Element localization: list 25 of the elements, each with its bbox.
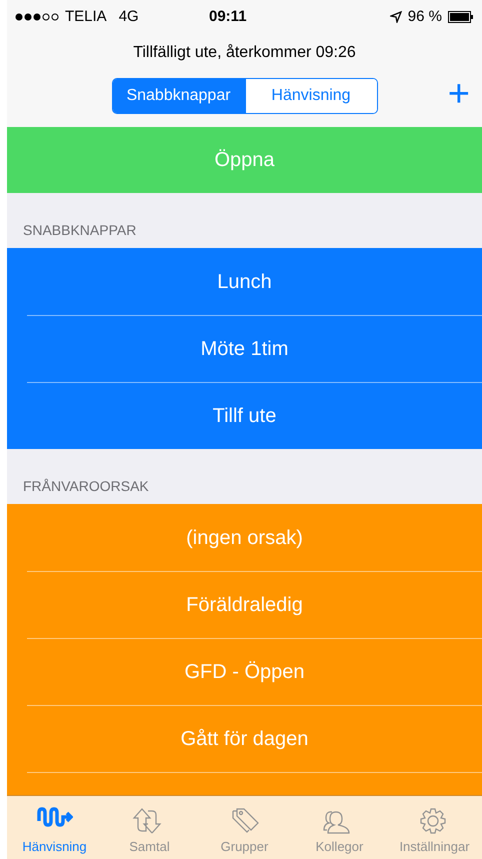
tab-bar-item[interactable]: Inställningar (387, 796, 482, 859)
clock-text: 09:11 (209, 6, 247, 27)
segment-tab[interactable]: Hänvisning (244, 79, 376, 113)
list-row-button[interactable]: Möte 1tim (200, 334, 288, 364)
tab-bar-item[interactable]: Grupper (197, 796, 292, 859)
tab-bar-item[interactable]: Samtal (102, 796, 197, 859)
battery-icon (448, 11, 474, 23)
status-text: Tillfälligt ute, återkommer 09:26 (133, 43, 356, 63)
tab-bar-item[interactable]: Hänvisning (7, 796, 102, 859)
open-button[interactable]: Öppna (7, 127, 482, 193)
section-header: SNABBKNAPPAR (23, 221, 136, 240)
tab-bar-item[interactable]: Kollegor (292, 796, 387, 859)
network-text: 4G (118, 6, 139, 27)
list-row-button[interactable]: Lunch (217, 266, 272, 296)
list-row-button[interactable]: Tillf ute (212, 400, 276, 430)
add-button[interactable]: + (448, 72, 470, 116)
list-row-button[interactable]: (ingen orsak) (186, 522, 303, 552)
section-header: FRÅNVAROORSAK (23, 477, 149, 496)
carrier-text: TELIA (65, 6, 107, 27)
list-row-button[interactable]: Föräldraledig (186, 590, 303, 620)
segment-tab[interactable]: Snabbknappar (112, 79, 244, 113)
battery-text: 96 % (408, 6, 442, 27)
list-row-button[interactable]: Gått för dagen (180, 724, 308, 754)
location-icon (390, 11, 402, 23)
list-row-button[interactable]: GFD - Öppen (184, 656, 305, 686)
